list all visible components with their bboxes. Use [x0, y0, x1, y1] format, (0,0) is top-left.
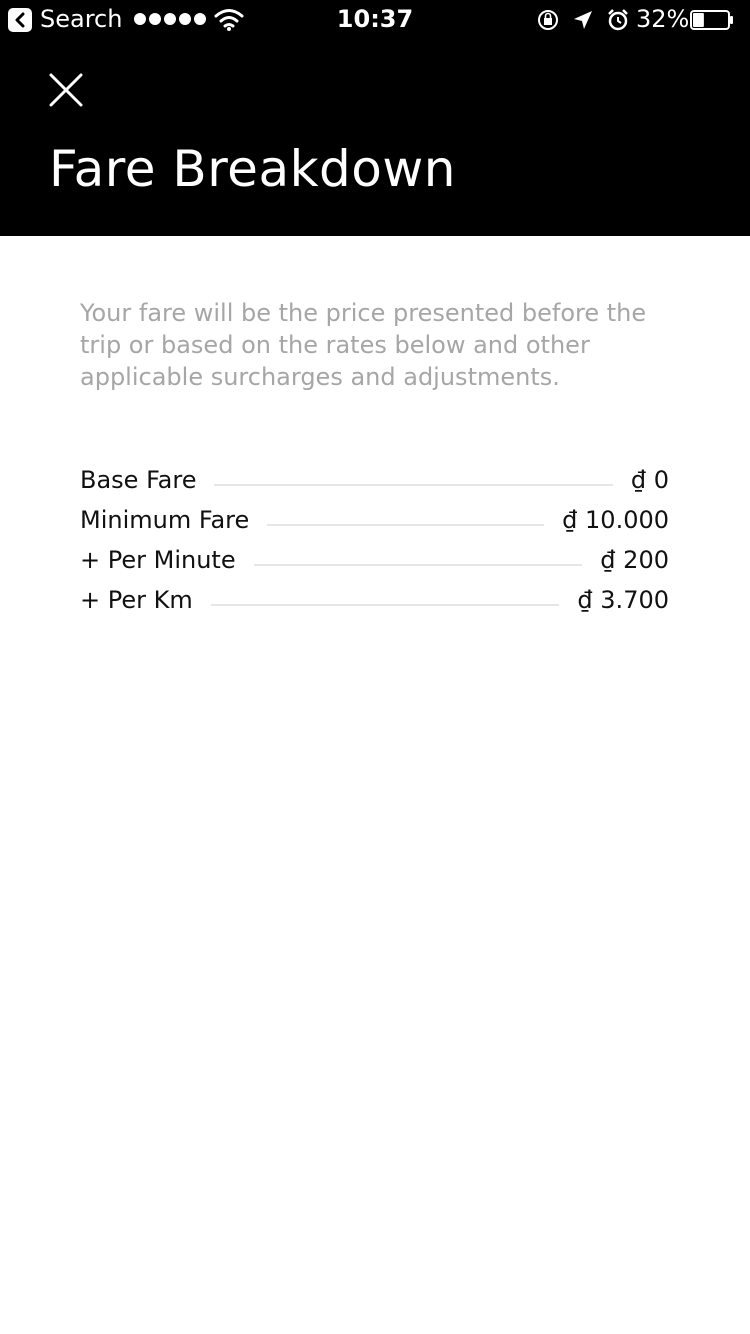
- close-icon: [49, 73, 83, 107]
- page-title: Fare Breakdown: [49, 140, 456, 198]
- close-button[interactable]: [40, 64, 92, 116]
- header: Fare Breakdown: [0, 40, 750, 236]
- location-arrow-icon: [574, 11, 592, 29]
- fare-value: ₫ 0: [630, 466, 669, 494]
- fare-label: Base Fare: [80, 466, 197, 494]
- dotted-leader: [214, 484, 613, 486]
- fare-row-per-km: + Per Km ₫ 3.700: [80, 580, 669, 620]
- fare-label: + Per Minute: [80, 546, 236, 574]
- fare-description: Your fare will be the price presented be…: [80, 299, 647, 391]
- fare-label: Minimum Fare: [80, 506, 250, 534]
- battery-icon: [690, 10, 733, 30]
- fare-value: ₫ 200: [600, 546, 669, 574]
- fare-row-base: Base Fare ₫ 0: [80, 460, 669, 500]
- dotted-leader: [253, 564, 583, 566]
- rotation-lock-icon: [538, 10, 558, 30]
- dotted-leader: [210, 604, 560, 606]
- battery-percentage: 32%: [636, 5, 690, 33]
- fare-value: ₫ 10.000: [562, 506, 669, 534]
- fare-row-minimum: Minimum Fare ₫ 10.000: [80, 500, 669, 540]
- alarm-icon: [608, 9, 628, 31]
- fare-list: Base Fare ₫ 0 Minimum Fare ₫ 10.000 + Pe…: [80, 460, 669, 620]
- fare-value: ₫ 3.700: [577, 586, 669, 614]
- status-bar: Search 10:37 32%: [0, 0, 750, 40]
- fare-row-per-minute: + Per Minute ₫ 200: [80, 540, 669, 580]
- dotted-leader: [267, 524, 545, 526]
- fare-label: + Per Km: [80, 586, 193, 614]
